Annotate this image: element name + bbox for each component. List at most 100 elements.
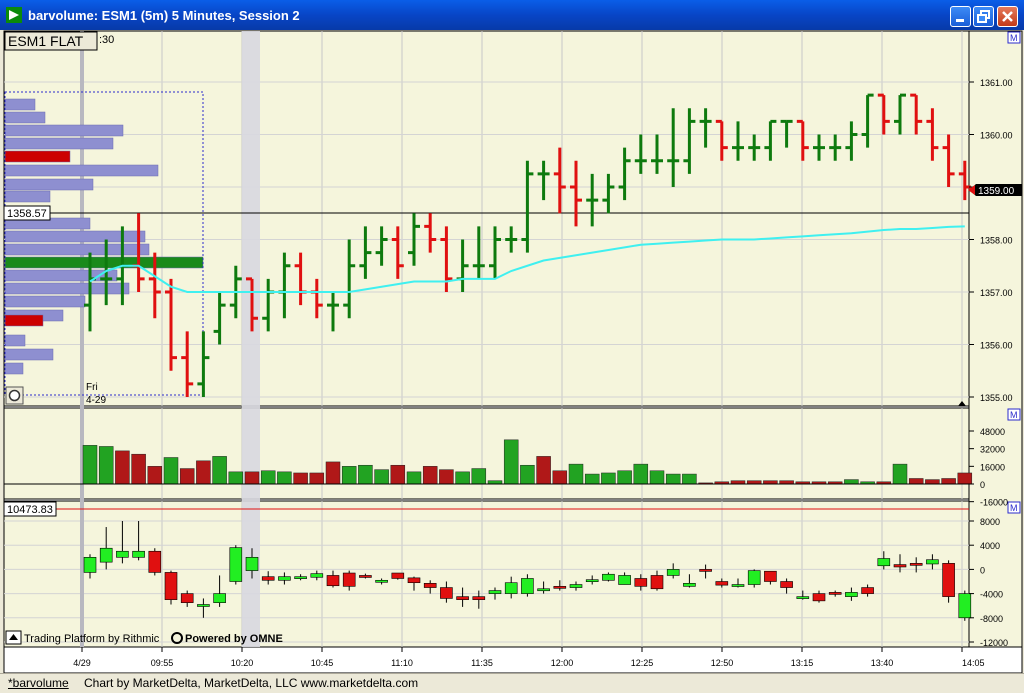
minimize-button[interactable] [950, 6, 971, 27]
time-tick-label: 12:00 [551, 658, 574, 668]
symbol-badge[interactable]: ESM1 FLAT [8, 33, 84, 49]
restore-icon [977, 10, 990, 23]
delta-candle [650, 575, 664, 590]
volume-bar [455, 471, 470, 485]
volume-bar [649, 470, 665, 485]
volume-bar [325, 461, 341, 485]
delta-candle [391, 572, 405, 579]
delta-candle [213, 593, 226, 603]
window-title: barvolume: ESM1 (5m) 5 Minutes, Session … [28, 8, 300, 23]
status-credit: Chart by MarketDelta, MarketDelta, LLC w… [84, 676, 419, 690]
delta-candle [407, 577, 421, 584]
date-label: 4-29 [86, 395, 106, 406]
time-tick-label: 11:10 [391, 658, 413, 668]
volume-tick-label: 32000 [980, 445, 1005, 455]
delta-candle [926, 559, 939, 565]
price-panel[interactable] [3, 30, 970, 407]
delta-candle [472, 596, 486, 600]
volume-bar [568, 463, 584, 485]
delta-candle [294, 576, 307, 579]
profile-row [4, 230, 146, 243]
delta-candle [618, 575, 631, 585]
delta-candle [877, 558, 891, 567]
delta-candle [132, 550, 145, 558]
delta-candle [699, 569, 712, 572]
volume-panel[interactable] [3, 407, 970, 500]
delta-candle [893, 564, 907, 568]
delta-candle [780, 581, 793, 588]
profile-row [4, 111, 46, 124]
delta-candle [569, 584, 583, 588]
volume-bar [584, 473, 600, 485]
delta-candle [440, 587, 453, 599]
delta-candle [958, 593, 972, 619]
delta-candle [310, 573, 324, 578]
volume-bar [390, 464, 406, 485]
session-open-line [80, 31, 84, 647]
delta-candle [423, 583, 437, 588]
time-tick-label: 12:25 [631, 658, 654, 668]
delta-candle [553, 586, 567, 589]
volume-bar [179, 468, 195, 485]
delta-candle [83, 556, 97, 573]
volume-bar [196, 460, 211, 485]
delta-tick-label: -4000 [980, 590, 1003, 600]
delta-candle [116, 550, 129, 558]
delta-tick-label: 0 [980, 565, 985, 575]
delta-tick-label: -8000 [980, 614, 1003, 624]
profile-row [4, 98, 36, 111]
volume-bar [147, 466, 163, 485]
volume-tick-label: 48000 [980, 427, 1005, 437]
maximize-button[interactable] [973, 6, 994, 27]
profile-row [4, 334, 26, 347]
reference-label: 1358.57 [7, 208, 47, 220]
rithmic-credit: Trading Platform by Rithmic [24, 633, 160, 645]
price-tick-label: 1357.00 [980, 288, 1013, 298]
delta-candle [602, 573, 615, 581]
chart-tab[interactable]: *barvolume [8, 676, 69, 690]
delta-candle [537, 588, 550, 592]
time-tick-label: 4/29 [73, 658, 91, 668]
profile-row [4, 295, 86, 308]
close-button[interactable] [997, 6, 1018, 27]
volume-bar [552, 470, 568, 485]
delta-candle [828, 592, 842, 595]
delta-panel[interactable] [3, 500, 970, 648]
delta-candle [326, 575, 340, 587]
chart-area[interactable]: 1358.57 ESM1 FLAT :30 Fri 4-29 M M M 136… [0, 30, 1024, 693]
price-panel-menu-icon: M [1010, 33, 1018, 43]
profile-row [4, 124, 124, 137]
delta-candle [359, 575, 372, 578]
volume-tick-label: 0 [980, 480, 985, 490]
close-icon [1002, 11, 1013, 22]
delta-candle [504, 582, 518, 594]
profile-row [4, 178, 94, 191]
time-tick-label: 13:15 [791, 658, 814, 668]
volume-bar [406, 471, 422, 485]
price-tick-label: 1356.00 [980, 341, 1013, 351]
volume-tick-label: -16000 [980, 498, 1008, 508]
volume-bar [471, 468, 487, 485]
volume-bar [941, 478, 956, 485]
profile-row [4, 150, 71, 163]
time-tick-label: 12:50 [711, 658, 734, 668]
delta-candle [229, 547, 243, 582]
delta-reference-label: 10473.83 [7, 504, 53, 516]
delta-candle [488, 590, 502, 594]
delta-tick-label: -12000 [980, 638, 1008, 648]
delta-candle [456, 596, 469, 600]
volume-bar [309, 472, 325, 485]
status-bar: *barvolume Chart by MarketDelta, MarketD… [0, 673, 1024, 693]
settings-icon [8, 389, 21, 402]
profile-row [4, 190, 51, 203]
volume-bar [601, 472, 616, 485]
price-tick-label: 1355.00 [980, 393, 1013, 403]
profile-row [4, 256, 204, 269]
time-tick-label: 13:40 [871, 658, 894, 668]
delta-candle [861, 587, 874, 594]
volume-bar [277, 471, 292, 485]
highlight-column[interactable] [242, 31, 260, 647]
volume-bar [244, 471, 260, 485]
volume-bar [908, 478, 924, 485]
delta-candle [731, 584, 745, 587]
